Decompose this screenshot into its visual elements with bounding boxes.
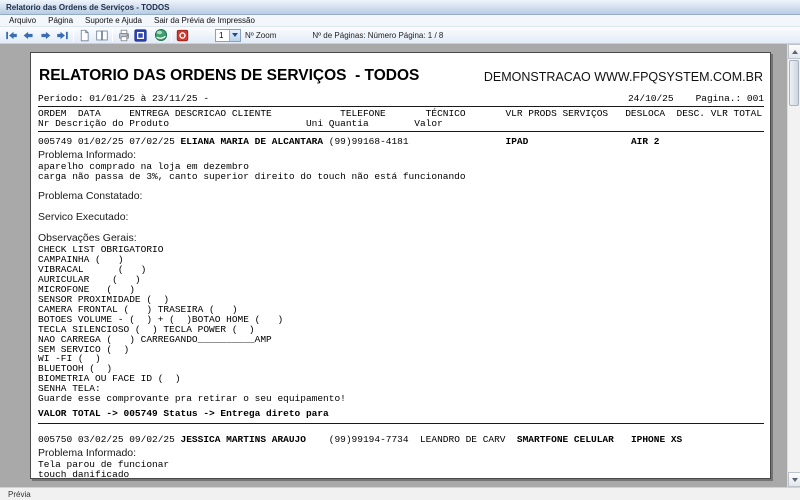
- section-label-problema-informado: Problema Informado:: [38, 148, 137, 161]
- report-text-line: WI -FI ( ): [38, 353, 101, 365]
- menu-bar: Arquivo Página Suporte e Ajuda Sair da P…: [0, 15, 800, 27]
- menu-item-suporte-e-ajuda[interactable]: Suporte e Ajuda: [79, 16, 148, 25]
- window-title: Relatorio das Ordens de Serviços - TODOS: [6, 2, 170, 12]
- zoom-setup-icon: [134, 28, 147, 42]
- model: AIR 2: [630, 135, 660, 147]
- zoom-setup-button[interactable]: [132, 28, 149, 43]
- checklist: CHECK LIST OBRIGATORIO CAMPAINHA ( ) VIBRA…: [38, 245, 764, 404]
- report-title: RELATORIO DAS ORDENS DE SERVIÇOS - TODOS: [39, 67, 420, 84]
- record-row-005750: 005750 03/02/25 09/02/25 JESSICA MARTINS…: [38, 433, 764, 445]
- print-button[interactable]: [115, 28, 132, 43]
- report-text-line: CAMPAINHA ( ): [38, 254, 124, 266]
- zoom-label: Nº Zoom: [245, 30, 277, 40]
- vertical-scrollbar[interactable]: [787, 44, 800, 487]
- problema-informado-lines: Tela parou de funcionar touch danificado: [38, 458, 764, 479]
- date-page-group: 24/10/25 Pagina.: 001: [628, 94, 764, 104]
- exit-preview-button[interactable]: [174, 28, 191, 43]
- technician: LEANDRO DE CARV: [419, 433, 517, 445]
- report-text-line: SEM SERVICO ( ): [38, 343, 130, 355]
- printer-icon: [118, 29, 129, 41]
- arrow-down-icon: [791, 477, 798, 482]
- status-text: Prévia: [8, 489, 31, 499]
- first-page-icon: [6, 31, 17, 39]
- phone: (99)99168-4181: [323, 135, 506, 147]
- report-text-line: Guarde esse comprovante pra retirar o se…: [38, 393, 346, 405]
- section-label-servico-executado: Servico Executado:: [38, 211, 129, 224]
- report-text-line: carga não passa de 3%, canto superior di…: [38, 170, 466, 182]
- two-page-icon: [95, 30, 108, 40]
- menu-item-arquivo[interactable]: Arquivo: [3, 16, 42, 25]
- single-page-icon: [80, 29, 89, 41]
- menu-item-sair-da-previa[interactable]: Sair da Prévia de Impressão: [148, 16, 261, 25]
- report-text-line: CHECK LIST OBRIGATORIO: [38, 244, 164, 256]
- toolbar-separator: [171, 28, 172, 42]
- report-page: RELATORIO DAS ORDENS DE SERVIÇOS - TODOS…: [30, 52, 771, 479]
- report-divider: [38, 105, 764, 107]
- report-divider: [38, 422, 764, 424]
- product: IPAD: [505, 135, 529, 147]
- valor-total-line: VALOR TOTAL -> 005749 Status -> Entrega …: [38, 407, 329, 419]
- chevron-down-icon: [232, 33, 238, 37]
- order-and-dates: 005750 03/02/25 09/02/25: [38, 433, 181, 445]
- toolbar-separator: [112, 28, 113, 42]
- previous-page-icon: [23, 31, 33, 39]
- scroll-up-button[interactable]: [788, 44, 800, 59]
- title-bar[interactable]: Relatorio das Ordens de Serviços - TODOS: [0, 0, 800, 15]
- previous-page-button[interactable]: [20, 28, 37, 43]
- zoom-level-value: 1: [219, 30, 224, 40]
- page-number: Pagina.: 001: [695, 93, 764, 104]
- section-label-problema-informado: Problema Informado:: [38, 446, 137, 459]
- last-page-icon: [57, 31, 68, 39]
- scroll-thumb[interactable]: [789, 60, 799, 106]
- first-page-button[interactable]: [3, 28, 20, 43]
- scroll-down-button[interactable]: [788, 472, 800, 487]
- two-page-view-button[interactable]: [93, 28, 110, 43]
- problema-informado-lines: aparelho comprado na loja em dezembro car…: [38, 161, 764, 182]
- demo-watermark: DEMONSTRACAO WWW.FPQSYSTEM.COM.BR: [483, 70, 763, 84]
- period-row: Período: 01/01/25 à 23/11/25 - 24/10/25 P…: [38, 94, 764, 104]
- period-range: Período: 01/01/25 à 23/11/25 -: [38, 93, 210, 104]
- export-globe-icon: [154, 28, 167, 42]
- report-text-line: Tela parou de funcionar: [38, 458, 170, 470]
- section-label-problema-constatado: Problema Constatado:: [38, 190, 143, 203]
- print-date: 24/10/25: [627, 93, 674, 104]
- status-bar: Prévia: [0, 487, 800, 500]
- zoom-level-select[interactable]: 1: [215, 28, 241, 42]
- client-name: ELIANA MARIA DE ALCANTARA: [180, 135, 324, 147]
- export-button[interactable]: [152, 28, 169, 43]
- phone: (99)99194-7734: [305, 433, 420, 445]
- zoom-dropdown-button[interactable]: [229, 29, 240, 41]
- order-and-dates: 005749 01/02/25 07/02/25: [38, 135, 181, 147]
- report-divider: [38, 130, 764, 132]
- next-page-icon: [41, 31, 51, 39]
- arrow-up-icon: [791, 49, 798, 54]
- client-name: JESSICA MARTINS ARAUJO: [180, 433, 306, 445]
- single-page-view-button[interactable]: [76, 28, 93, 43]
- report-text-line: NAO CARREGA ( ) CARREGANDO__________AMP: [38, 333, 272, 345]
- pages-label: Nº de Páginas: Número Página: 1 / 8: [312, 30, 444, 40]
- next-page-button[interactable]: [37, 28, 54, 43]
- toolbar: 1 Nº Zoom Nº de Páginas: Número Página: …: [0, 27, 800, 44]
- report-text-line: AURICULAR ( ): [38, 274, 141, 286]
- exit-icon: [176, 29, 189, 41]
- report-text-line: VIBRACAL ( ): [38, 264, 147, 276]
- table-header-line2: Nr Descrição do Produto Uni Quantia Valo…: [38, 117, 443, 129]
- menu-item-pagina[interactable]: Página: [42, 16, 79, 25]
- record-row-005749: 005749 01/02/25 07/02/25 ELIANA MARIA DE…: [38, 135, 764, 147]
- section-label-observacoes-gerais: Observações Gerais:: [38, 232, 137, 245]
- report-header: RELATORIO DAS ORDENS DE SERVIÇOS - TODOS…: [38, 65, 764, 90]
- preview-workspace: RELATORIO DAS ORDENS DE SERVIÇOS - TODOS…: [0, 44, 800, 487]
- product: SMARTFONE CELULAR: [516, 433, 614, 445]
- report-text-line: BIOMETRIA OU FACE ID ( ): [38, 373, 181, 385]
- print-preview-window: Relatorio das Ordens de Serviços - TODOS…: [0, 0, 800, 500]
- report-text-line: touch danificado: [38, 468, 130, 479]
- toolbar-separator: [73, 28, 74, 42]
- last-page-button[interactable]: [54, 28, 71, 43]
- model: IPHONE XS: [630, 433, 683, 445]
